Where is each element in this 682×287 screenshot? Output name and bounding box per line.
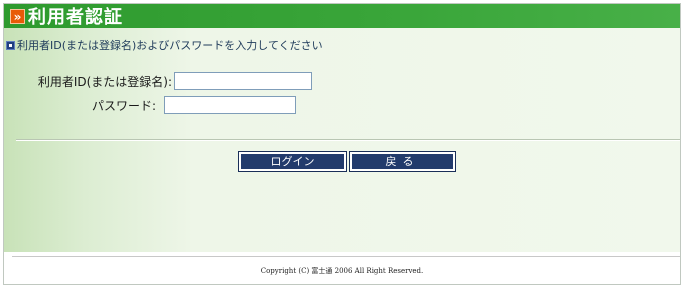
page-title: 利用者認証 (28, 7, 123, 28)
double-chevron-right-icon: » (10, 8, 25, 24)
password-label: パスワード: (92, 98, 157, 113)
login-button[interactable]: ログイン (238, 151, 347, 172)
back-button[interactable]: 戻る (349, 151, 456, 172)
user-id-field[interactable] (174, 72, 312, 90)
user-id-row: 利用者ID(または登録名): (34, 72, 312, 90)
footer-divider (12, 256, 680, 257)
login-form-panel: 利用者ID(または登録名)およびパスワードを入力してください 利用者ID(または… (4, 28, 680, 252)
password-field[interactable] (164, 96, 296, 114)
header-bar: » 利用者認証 (4, 4, 680, 28)
form-divider (16, 139, 680, 141)
copyright-text: Copyright (C) 富士通 2006 All Right Reserve… (260, 267, 424, 275)
info-square-icon (6, 40, 15, 50)
footer: Copyright (C) 富士通 2006 All Right Reserve… (4, 252, 680, 283)
instruction-text: 利用者ID(または登録名)およびパスワードを入力してください (17, 39, 323, 52)
password-row: パスワード: (90, 96, 296, 114)
user-id-label: 利用者ID(または登録名): (37, 74, 172, 89)
instruction-line: 利用者ID(または登録名)およびパスワードを入力してください (6, 37, 323, 53)
login-page: » 利用者認証 利用者ID(または登録名)およびパスワードを入力してください 利… (0, 0, 682, 287)
